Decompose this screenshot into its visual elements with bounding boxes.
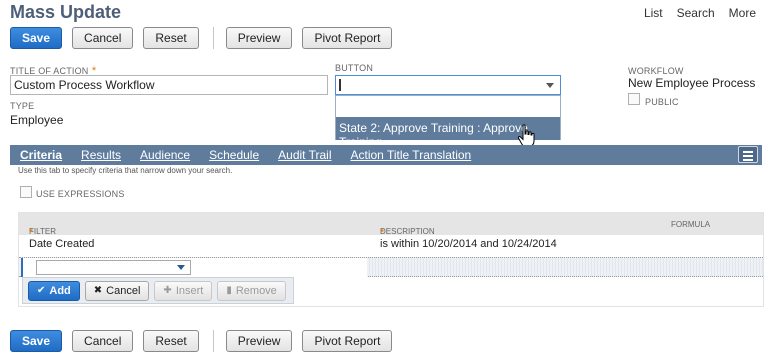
tab-action-title-translation[interactable]: Action Title Translation: [351, 148, 472, 162]
tab-audit-trail[interactable]: Audit Trail: [278, 148, 331, 162]
button-label: BUTTON: [335, 63, 374, 73]
filter-select[interactable]: [36, 260, 191, 275]
subtab-bar: Criteria Results Audience Schedule Audit…: [10, 145, 762, 165]
tab-schedule[interactable]: Schedule: [209, 148, 259, 162]
use-expressions-label: USE EXPRESSIONS: [36, 189, 125, 199]
remove-button[interactable]: ▮ Remove: [217, 280, 286, 301]
use-expressions-checkbox[interactable]: [20, 186, 32, 198]
more-link[interactable]: More: [729, 6, 756, 20]
save-button[interactable]: Save: [10, 27, 63, 49]
cancel-button-bottom[interactable]: Cancel: [72, 330, 134, 352]
public-checkbox[interactable]: [628, 93, 640, 105]
chevron-down-icon[interactable]: [177, 265, 185, 270]
formula-column-header: FORMULA: [671, 220, 711, 229]
button-divider: [212, 330, 214, 352]
edit-row[interactable]: [19, 257, 763, 277]
top-button-row: Save Cancel Reset Preview Pivot Report: [10, 27, 402, 49]
tab-criteria[interactable]: Criteria: [20, 148, 62, 162]
menu-icon[interactable]: [738, 146, 758, 163]
pivot-report-button-bottom[interactable]: Pivot Report: [302, 330, 393, 352]
close-icon: ✖: [93, 285, 103, 296]
chevron-down-icon[interactable]: [546, 83, 554, 88]
top-links: List Search More: [644, 6, 756, 20]
add-button[interactable]: ✔ Add: [28, 280, 80, 301]
row-action-bar: ✔ Add ✖ Cancel ✚ Insert ▮ Remove: [22, 277, 294, 304]
bottom-button-row: Save Cancel Reset Preview Pivot Report: [10, 330, 402, 352]
filter-edit-cell: [21, 258, 367, 277]
trash-icon: ▮: [226, 285, 232, 296]
tab-audience[interactable]: Audience: [140, 148, 190, 162]
text-cursor: [339, 79, 341, 91]
row-description-cell: is within 10/20/2014 and 10/24/2014: [380, 238, 557, 250]
reset-button-bottom[interactable]: Reset: [143, 330, 199, 352]
row-filter-cell: Date Created: [29, 238, 95, 250]
pivot-report-button[interactable]: Pivot Report: [302, 27, 393, 49]
type-label: TYPE: [10, 101, 35, 111]
list-link[interactable]: List: [644, 6, 663, 20]
preview-button[interactable]: Preview: [225, 27, 293, 49]
public-label: PUBLIC: [645, 97, 679, 107]
check-icon: ✔: [37, 285, 46, 296]
title-of-action-input[interactable]: Custom Process Workflow: [10, 75, 328, 95]
reset-button[interactable]: Reset: [143, 27, 199, 49]
button-dropdown[interactable]: [335, 75, 561, 95]
page-title: Mass Update: [10, 2, 122, 22]
grid-header: FILTER * DESCRIPTION * FORMULA: [19, 213, 763, 239]
insert-icon: ✚: [163, 285, 172, 296]
button-divider: [212, 27, 214, 49]
search-link[interactable]: Search: [677, 6, 715, 20]
criteria-hint: Use this tab to specify criteria that na…: [18, 166, 233, 175]
insert-button[interactable]: ✚ Insert: [154, 280, 213, 301]
save-button-bottom[interactable]: Save: [10, 330, 63, 352]
workflow-value: New Employee Process: [628, 76, 756, 90]
type-value: Employee: [10, 113, 64, 127]
preview-button-bottom[interactable]: Preview: [225, 330, 293, 352]
workflow-label: WORKFLOW: [628, 66, 684, 76]
tab-results[interactable]: Results: [81, 148, 121, 162]
cancel-button[interactable]: Cancel: [72, 27, 134, 49]
row-cancel-button[interactable]: ✖ Cancel: [84, 280, 150, 301]
